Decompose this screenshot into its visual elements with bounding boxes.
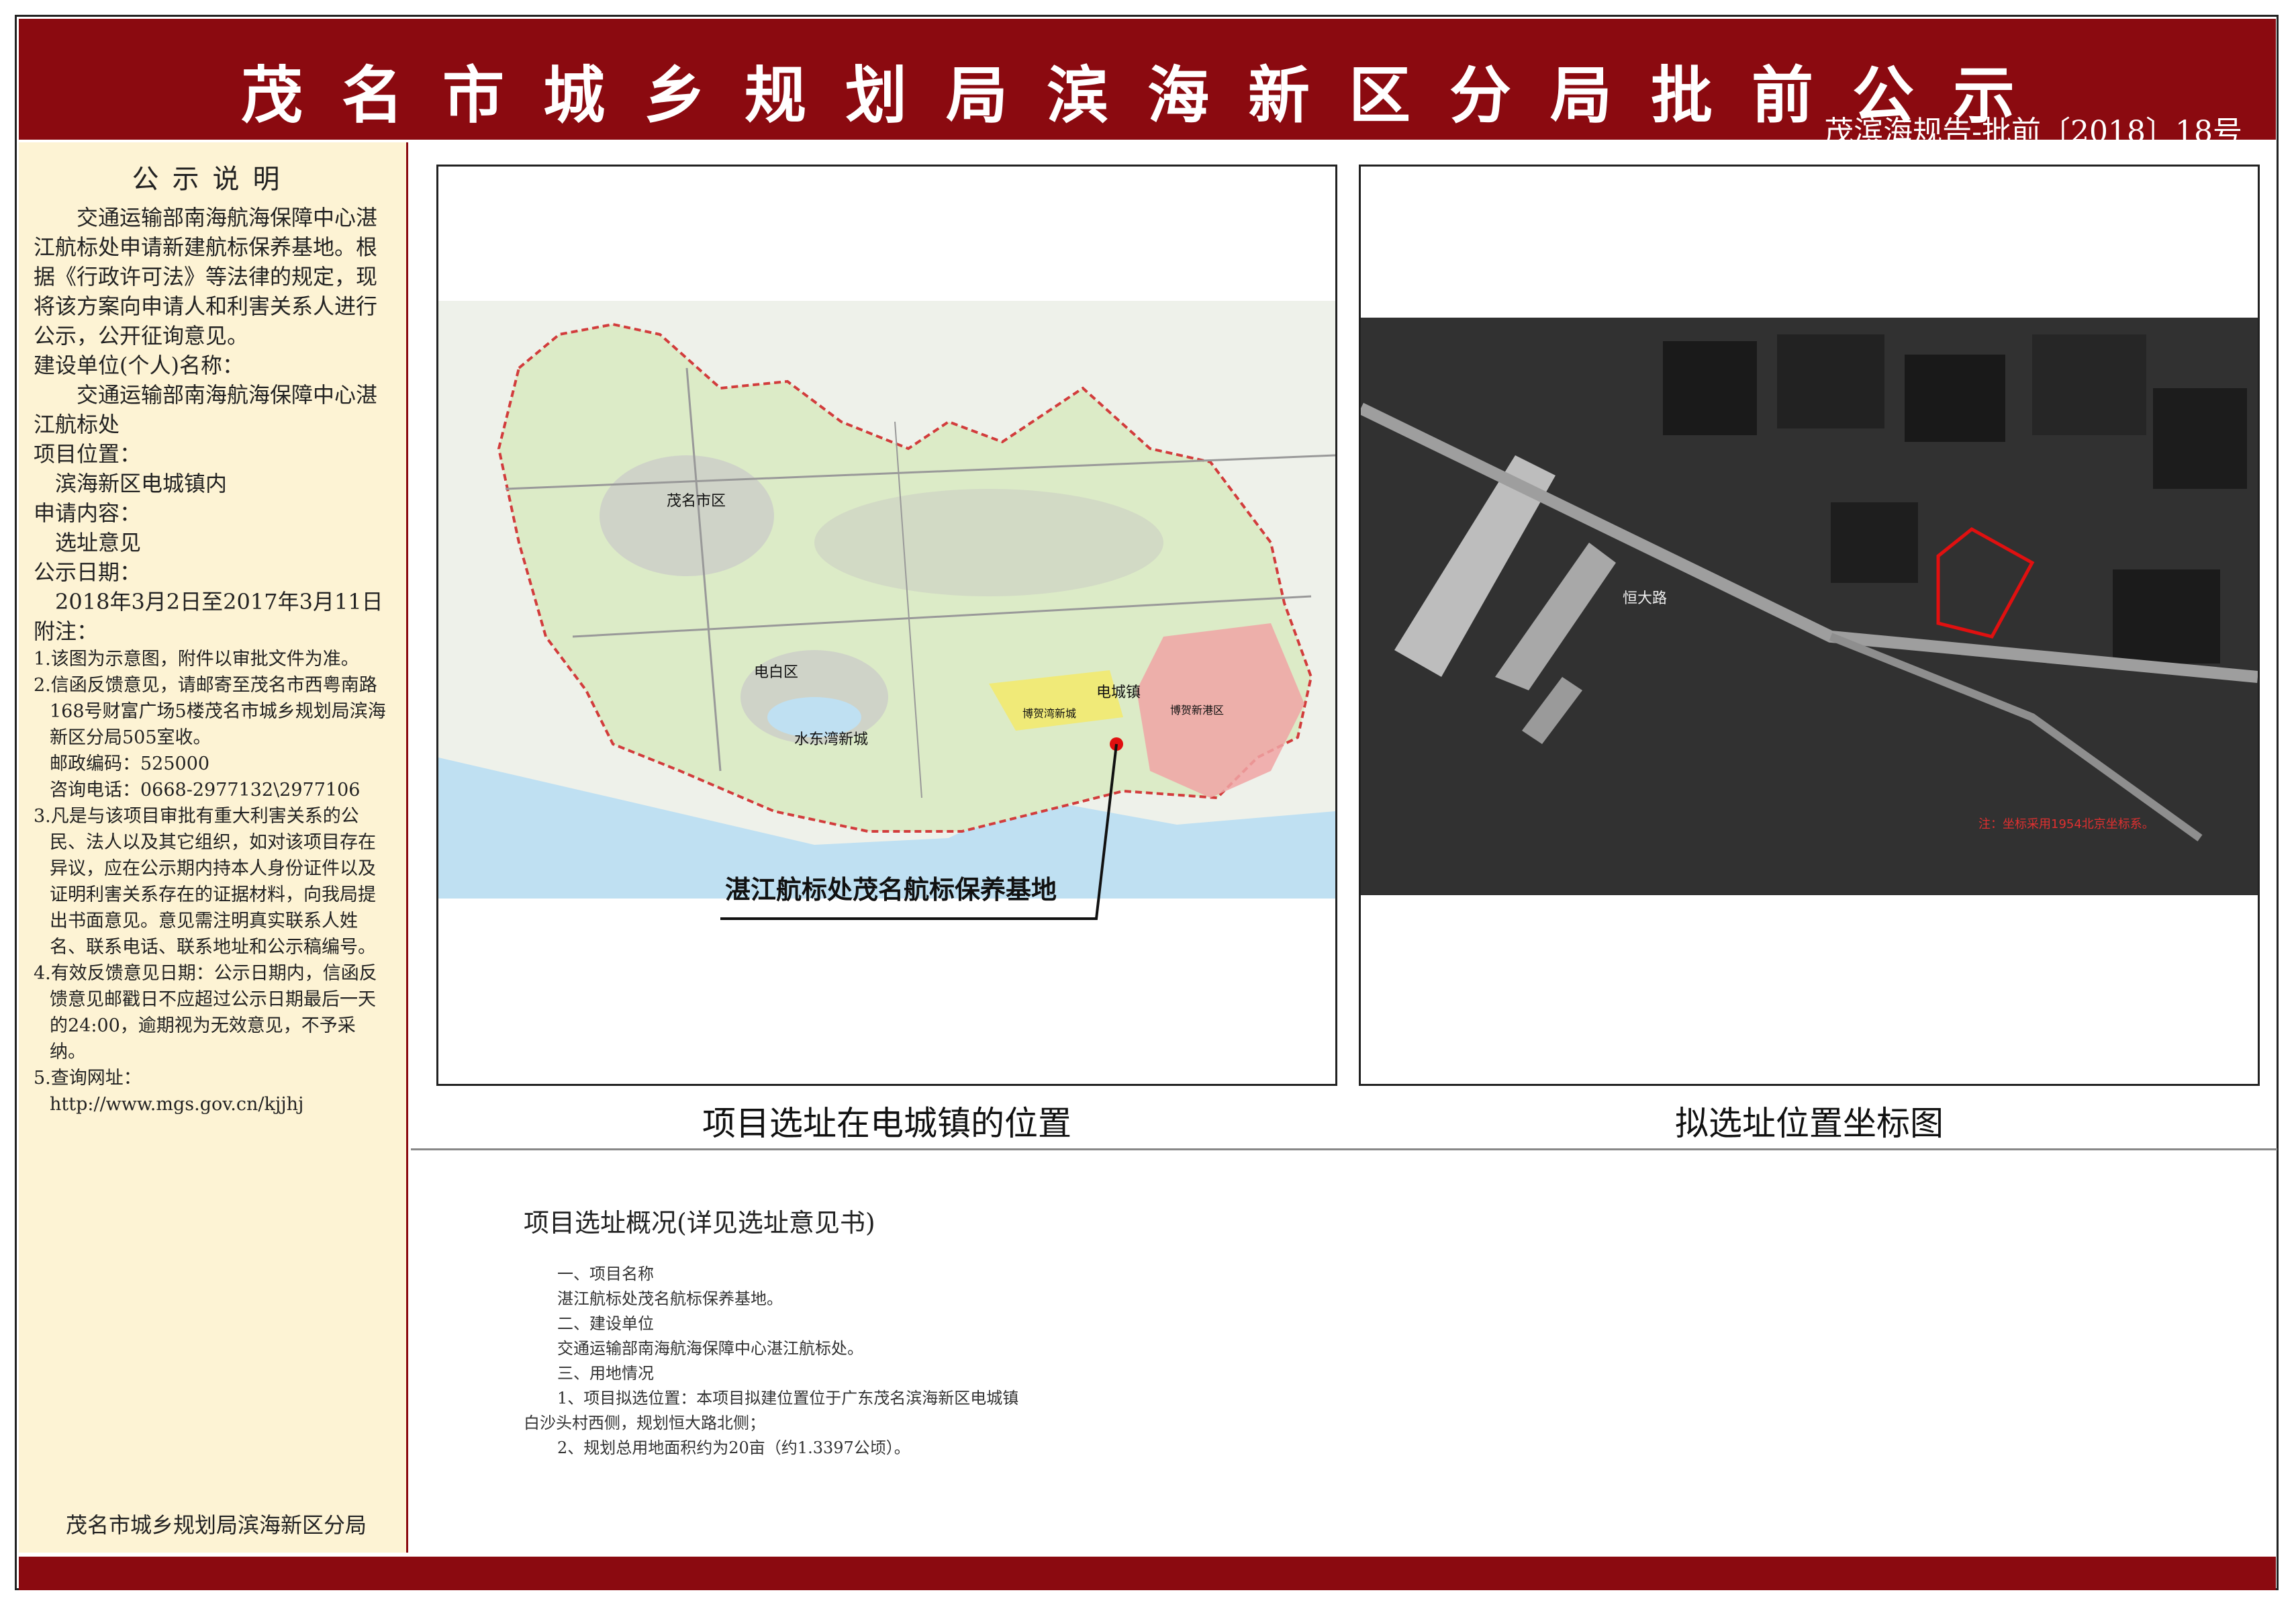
caption-location-map: 项目选址在电城镇的位置 bbox=[702, 1104, 1071, 1143]
notes-label: 附注： bbox=[34, 618, 99, 644]
phone: 咨询电话：0668-2977132\2977106 bbox=[50, 780, 361, 800]
label-bohe: 博贺新港区 bbox=[1170, 704, 1224, 717]
summary-line: 一、项目名称 bbox=[557, 1265, 654, 1283]
postcode: 邮政编码：525000 bbox=[50, 753, 210, 774]
apply-value: 选址意见 bbox=[55, 530, 142, 555]
notice-sidebar: 公示说明 交通运输部南海航海保障中心湛江航标处申请新建航标保养基地。根据《行政许… bbox=[19, 142, 408, 1553]
summary-line: 交通运输部南海航海保障中心湛江航标处。 bbox=[557, 1339, 863, 1358]
section-divider bbox=[411, 1148, 2277, 1150]
note-2: 2.信函反馈意见，请邮寄至茂名市西粤南路168号财富广场5楼茂名市城乡规划局滨海… bbox=[34, 675, 386, 748]
coordinate-note: 注：坐标采用1954北京坐标系。 bbox=[1978, 817, 2154, 831]
caption-coordinate-map: 拟选址位置坐标图 bbox=[1675, 1104, 1944, 1143]
summary-title: 项目选址概况(详见选址意见书) bbox=[524, 1208, 875, 1238]
summary-line: 白沙头村西侧，规划恒大路北侧； bbox=[524, 1414, 765, 1432]
note-1: 1.该图为示意图，附件以审批文件为准。 bbox=[34, 649, 359, 670]
label-dianbai: 电白区 bbox=[754, 664, 798, 681]
footer-banner bbox=[19, 1557, 2276, 1590]
note-3: 3.凡是与该项目审批有重大利害关系的公民、法人以及其它组织，如对该项目存在异议，… bbox=[34, 806, 376, 958]
summary-line: 2、规划总用地面积约为20亩（约1.3397公顷）。 bbox=[557, 1438, 910, 1457]
note-4: 4.有效反馈意见日期：公示日期内，信函反馈意见邮戳日不应超过公示日期最后一天的2… bbox=[34, 963, 377, 1062]
summary-line: 湛江航标处茂名航标保养基地。 bbox=[557, 1289, 783, 1308]
signature: 茂名市城乡规划局滨海新区分局 bbox=[66, 1512, 367, 1538]
builder-value: 交通运输部南海航海保障中心湛江航标处 bbox=[34, 382, 378, 437]
project-summary: 项目选址概况(详见选址意见书) 一、项目名称 湛江航标处茂名航标保养基地。 二、… bbox=[524, 1202, 1732, 1461]
query-url[interactable]: http://www.mgs.gov.cn/kjjhj bbox=[34, 1091, 391, 1117]
note-5: 5.查询网址： bbox=[34, 1068, 142, 1089]
summary-line: 二、建设单位 bbox=[557, 1314, 654, 1333]
satellite-image: 恒大路 注：坐标采用1954北京坐标系。 bbox=[1361, 318, 2258, 895]
coordinate-map-panel: 恒大路 注：坐标采用1954北京坐标系。 bbox=[1359, 165, 2260, 1086]
label-bomao: 博贺湾新城 bbox=[1022, 707, 1076, 720]
intro-text: 交通运输部南海航海保障中心湛江航标处申请新建航标保养基地。根据《行政许可法》等法… bbox=[34, 205, 378, 349]
builder-label: 建设单位(个人)名称： bbox=[34, 353, 244, 378]
site-callout: 湛江航标处茂名航标保养基地 bbox=[725, 875, 1057, 905]
summary-line: 三、用地情况 bbox=[557, 1364, 654, 1383]
apply-label: 申请内容： bbox=[34, 500, 142, 526]
location-value: 滨海新区电城镇内 bbox=[55, 471, 228, 496]
date-label: 公示日期： bbox=[34, 559, 142, 585]
document-number: 茂滨海规告-批前〔2018〕18号 bbox=[1824, 115, 2242, 149]
label-maoming: 茂名市区 bbox=[667, 493, 726, 510]
label-dianchengzhen: 电城镇 bbox=[1096, 684, 1141, 701]
location-map: 茂名市区 电白区 水东湾新城 电城镇 博贺湾新城 博贺新港区 bbox=[438, 301, 1335, 920]
label-road: 恒大路 bbox=[1623, 590, 1667, 607]
summary-line: 1、项目拟选位置：本项目拟建位置位于广东茂名滨海新区电城镇 bbox=[557, 1389, 1019, 1408]
location-label: 项目位置： bbox=[34, 441, 142, 467]
date-value: 2018年3月2日至2017年3月11日 bbox=[55, 589, 383, 614]
location-map-panel: 茂名市区 电白区 水东湾新城 电城镇 博贺湾新城 博贺新港区 bbox=[436, 165, 1337, 1086]
sidebar-heading: 公示说明 bbox=[132, 164, 293, 195]
header-banner: 茂名市城乡规划局滨海新区分局批前公示 茂滨海规告-批前〔2018〕18号 bbox=[19, 19, 2276, 149]
label-shuidong: 水东湾新城 bbox=[794, 731, 868, 748]
